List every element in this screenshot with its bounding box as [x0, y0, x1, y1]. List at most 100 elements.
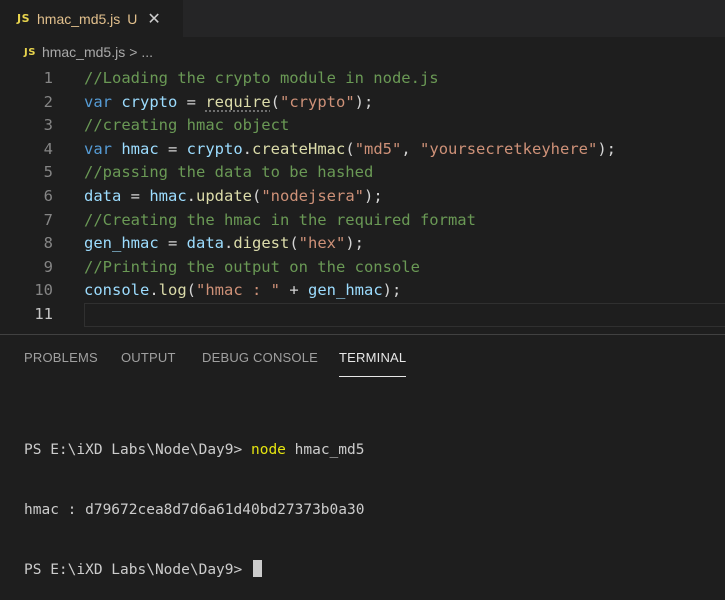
close-icon[interactable]: ✕ — [147, 9, 160, 28]
code-line[interactable]: 1 //Loading the crypto module in node.js — [0, 67, 725, 91]
code-token: ); — [354, 92, 374, 111]
code-line[interactable]: 10 console.log("hmac : " + gen_hmac); — [0, 279, 725, 303]
code-text: //Printing the output on the console — [84, 256, 420, 280]
code-token: data — [186, 234, 224, 253]
code-token: require — [205, 92, 271, 111]
code-token: ( — [345, 139, 355, 158]
terminal-line: PS E:\iXD Labs\Node\Day9> node hmac_md5 — [24, 440, 714, 460]
code-token: . — [149, 281, 159, 300]
code-token: crypto — [186, 139, 243, 158]
code-token: . — [223, 234, 234, 253]
code-token: ( — [270, 92, 281, 111]
line-number: 6 — [43, 187, 53, 205]
line-number: 11 — [34, 305, 53, 323]
panel-tab-bar: PROBLEMS OUTPUT DEBUG CONSOLE TERMINAL — [0, 335, 725, 377]
code-editor[interactable]: 1 //Loading the crypto module in node.js 2… — [0, 67, 725, 332]
code-token: crypto — [121, 92, 178, 111]
code-token: ); — [345, 234, 365, 253]
code-token: //Loading the crypto module in node.js — [84, 69, 439, 87]
chevron-right-icon: > — [129, 44, 138, 60]
code-token: ( — [289, 234, 299, 253]
terminal-result: hmac : d79672cea8d7d6a61d40bd27373b0a30 — [24, 502, 365, 518]
line-number: 4 — [43, 139, 53, 158]
code-line[interactable]: 4 var hmac = crypto.createHmac("md5", "yo… — [0, 138, 725, 162]
code-text: //Creating the hmac in the required form… — [84, 209, 476, 233]
code-token: data — [84, 187, 122, 205]
code-token: = — [177, 92, 206, 111]
code-token: digest — [233, 234, 290, 253]
code-token: update — [196, 187, 252, 205]
current-line-highlight — [84, 303, 725, 327]
line-number: 7 — [43, 210, 53, 229]
code-token: "md5" — [354, 139, 402, 158]
code-token: "crypto" — [280, 92, 355, 111]
code-line[interactable]: 6 data = hmac.update("nodejsera"); — [0, 185, 725, 209]
code-token: ( — [186, 281, 197, 300]
code-token: + — [280, 281, 309, 300]
tab-problems[interactable]: PROBLEMS — [24, 335, 98, 375]
tab-debug-console[interactable]: DEBUG CONSOLE — [202, 335, 318, 375]
code-token: ); — [382, 281, 402, 300]
terminal-command: node — [250, 442, 286, 458]
terminal-line: hmac : d79672cea8d7d6a61d40bd27373b0a30 — [24, 500, 714, 520]
code-line[interactable]: 7 //Creating the hmac in the required for… — [0, 209, 725, 233]
code-token: //Creating the hmac in the required form… — [84, 210, 476, 229]
line-number: 3 — [43, 116, 53, 135]
terminal-output[interactable]: PS E:\iXD Labs\Node\Day9> node hmac_md5 … — [24, 400, 714, 600]
code-text: var hmac = crypto.createHmac("md5", "you… — [84, 138, 616, 162]
code-line[interactable]: 9 //Printing the output on the console — [0, 256, 725, 280]
code-token: = — [158, 139, 187, 158]
code-token: "hmac : " — [196, 281, 281, 300]
code-text: var crypto = require("crypto"); — [84, 91, 373, 115]
untracked-status-badge: U — [127, 10, 138, 27]
code-line[interactable]: 11 — [0, 303, 725, 327]
line-number: 5 — [43, 163, 53, 182]
code-token: "hex" — [298, 234, 346, 253]
line-number: 8 — [43, 234, 53, 253]
code-token: hmac — [149, 187, 187, 205]
code-token: var — [84, 92, 112, 111]
breadcrumb: JS hmac_md5.js > ... — [0, 37, 725, 67]
code-token: = — [158, 234, 187, 253]
code-line[interactable]: 8 gen_hmac = data.digest("hex"); — [0, 232, 725, 256]
tab-terminal[interactable]: TERMINAL — [339, 335, 407, 377]
code-token: . — [242, 139, 253, 158]
code-token: hmac — [121, 139, 159, 158]
line-number: 2 — [43, 92, 53, 111]
line-number: 10 — [34, 281, 53, 300]
terminal-prompt: PS E:\iXD Labs\Node\Day9> — [24, 562, 251, 578]
terminal-prompt: PS E:\iXD Labs\Node\Day9> — [24, 442, 251, 458]
line-number: 9 — [43, 257, 53, 276]
code-token: gen_hmac — [308, 281, 383, 300]
terminal-command-args: hmac_md5 — [285, 442, 365, 458]
code-text: //Loading the crypto module in node.js — [84, 67, 439, 91]
terminal-cursor — [252, 560, 262, 577]
code-token: //Printing the output on the console — [84, 257, 420, 276]
terminal-line: PS E:\iXD Labs\Node\Day9> — [24, 560, 714, 580]
code-token: . — [186, 187, 196, 205]
code-token: createHmac — [252, 139, 346, 158]
code-text: gen_hmac = data.digest("hex"); — [84, 232, 364, 256]
breadcrumb-file[interactable]: hmac_md5.js — [42, 44, 125, 60]
code-token: "nodejsera" — [261, 187, 364, 205]
line-number: 1 — [43, 69, 53, 87]
tab-output[interactable]: OUTPUT — [121, 335, 176, 375]
code-token: console — [84, 281, 150, 300]
code-token: //passing the data to be hashed — [84, 163, 374, 182]
editor-tab-hmac-md5[interactable]: JS hmac_md5.js U ✕ — [0, 0, 183, 37]
code-token: ); — [597, 139, 617, 158]
code-text: console.log("hmac : " + gen_hmac); — [84, 279, 401, 303]
breadcrumb-symbols[interactable]: ... — [141, 44, 153, 60]
code-line[interactable]: 3 //creating hmac object — [0, 114, 725, 138]
code-token: "yoursecretkeyhere" — [420, 139, 598, 158]
code-text: data = hmac.update("nodejsera"); — [84, 185, 383, 209]
code-text: //passing the data to be hashed — [84, 161, 373, 185]
javascript-file-icon: JS — [17, 12, 31, 25]
code-text: //creating hmac object — [84, 114, 289, 138]
code-line[interactable]: 2 var crypto = require("crypto"); — [0, 91, 725, 115]
code-token: log — [158, 281, 187, 300]
code-token: //creating hmac object — [84, 116, 290, 135]
code-token: var — [84, 139, 112, 158]
code-line[interactable]: 5 //passing the data to be hashed — [0, 161, 725, 185]
